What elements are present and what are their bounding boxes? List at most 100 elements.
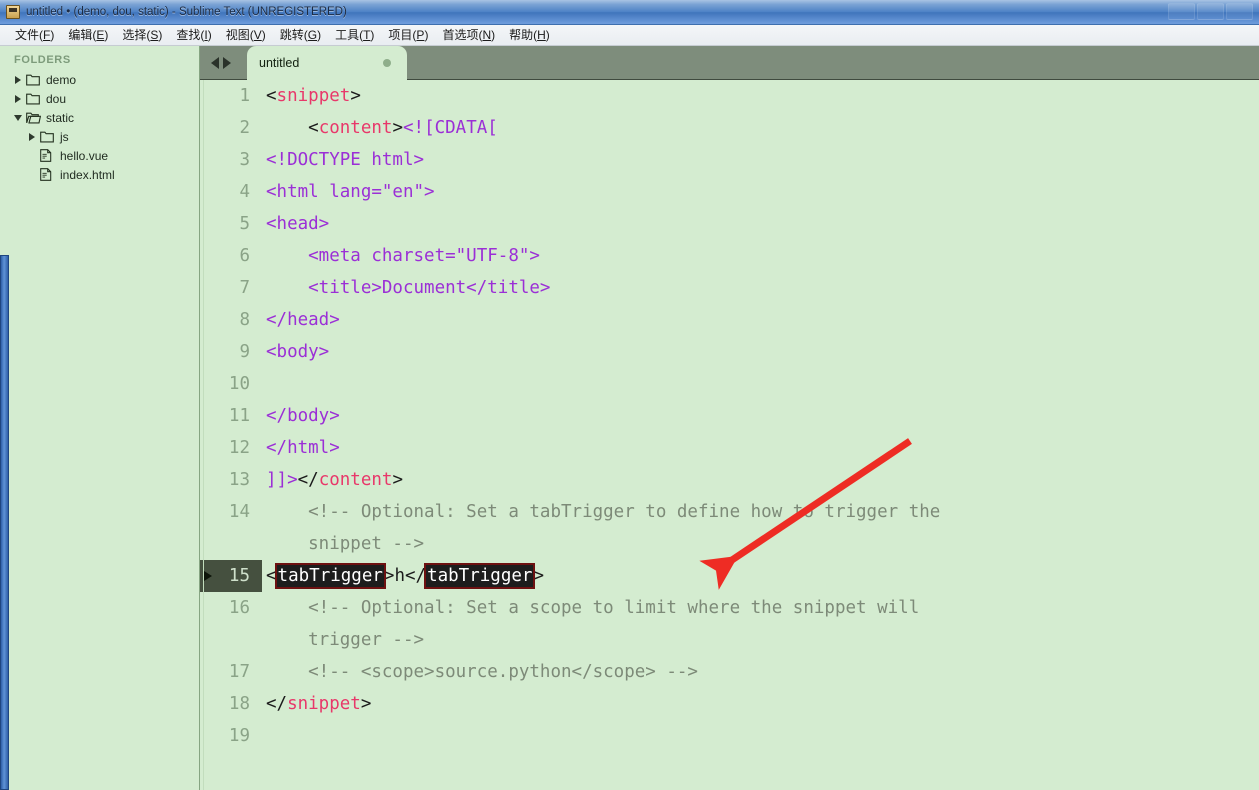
code-editor[interactable]: 1 <snippet> 2 <content><![CDATA[3 <!DOCTYPE… (200, 80, 1259, 790)
window-controls[interactable] (1168, 3, 1253, 20)
code-token: </html> (266, 438, 340, 458)
tab-untitled[interactable]: untitled (247, 46, 407, 80)
menu-mnemonic: N (482, 28, 492, 42)
code-line-text[interactable]: ]]></content> (262, 464, 1259, 496)
menu-item-7[interactable]: 工具(T) (328, 26, 381, 44)
code-line-12[interactable]: 12 </html> (200, 432, 1259, 464)
code-content[interactable]: 1 <snippet> 2 <content><![CDATA[3 <!DOCTYPE… (200, 80, 1259, 752)
maximize-button[interactable] (1197, 3, 1224, 20)
menu-item-3[interactable]: 选择(S) (115, 26, 169, 44)
highlighted-token: tabTrigger (274, 563, 386, 589)
code-line-7[interactable]: 7 <title>Document</title> (200, 272, 1259, 304)
line-number-text: 10 (228, 374, 250, 394)
code-line-text[interactable]: <tabTrigger>h</tabTrigger> (262, 560, 1259, 592)
tree-file-index.html[interactable]: index.html (10, 165, 200, 184)
menu-item-6[interactable]: 跳转(G) (273, 26, 328, 44)
code-line-3[interactable]: 3 <!DOCTYPE html> (200, 144, 1259, 176)
tree-folder-js[interactable]: js (10, 127, 200, 146)
code-line-14[interactable]: 14 <!-- Optional: Set a tabTrigger to de… (200, 496, 1259, 560)
code-line-text[interactable]: <title>Document</title> (262, 272, 1259, 304)
chevron-right-icon[interactable] (24, 132, 40, 141)
close-button[interactable] (1226, 3, 1253, 20)
menu-mnemonic: F (43, 28, 51, 42)
minimize-button[interactable] (1168, 3, 1195, 20)
window-title: untitled • (demo, dou, static) - Sublime… (26, 6, 347, 18)
tab-modified-dot-icon[interactable] (383, 59, 391, 67)
line-number-text: 12 (228, 438, 250, 458)
code-line-16[interactable]: 16 <!-- Optional: Set a scope to limit w… (200, 592, 1259, 656)
tree-item-label: hello.vue (60, 148, 109, 163)
tree-file-hello.vue[interactable]: hello.vue (10, 146, 200, 165)
code-line-text[interactable]: </html> (262, 432, 1259, 464)
code-line-text[interactable]: <body> (262, 336, 1259, 368)
code-token: > (533, 566, 544, 586)
code-line-text[interactable]: </head> (262, 304, 1259, 336)
code-line-text[interactable]: </snippet> (262, 688, 1259, 720)
chevron-right-icon[interactable] (223, 57, 231, 69)
menu-item-8[interactable]: 项目(P) (381, 26, 435, 44)
code-line-text[interactable]: <html lang="en"> (262, 176, 1259, 208)
line-number-text: 5 (239, 214, 250, 234)
code-line-text[interactable]: <head> (262, 208, 1259, 240)
chevron-right-icon[interactable] (10, 75, 26, 84)
code-line-5[interactable]: 5 <head> (200, 208, 1259, 240)
code-line-19[interactable]: 19 (200, 720, 1259, 752)
code-line-6[interactable]: 6 <meta charset="UTF-8"> (200, 240, 1259, 272)
code-line-2[interactable]: 2 <content><![CDATA[ (200, 112, 1259, 144)
tree-folder-demo[interactable]: demo (10, 70, 200, 89)
menu-item-5[interactable]: 视图(V) (219, 26, 273, 44)
chevron-down-icon[interactable] (10, 114, 26, 121)
menu-item-10[interactable]: 帮助(H) (502, 26, 557, 44)
line-number-text: 19 (228, 726, 250, 746)
line-number-text: 15 (228, 566, 250, 586)
editor-left-rule (203, 80, 204, 790)
code-line-4[interactable]: 4 <html lang="en"> (200, 176, 1259, 208)
line-number-16: 16 (200, 592, 262, 624)
code-line-15[interactable]: 15 <tabTrigger>h</tabTrigger> (200, 560, 1259, 592)
code-line-text[interactable]: <!-- <scope>source.python</scope> --> (262, 656, 1259, 688)
line-number-6: 6 (200, 240, 262, 272)
line-number-9: 9 (200, 336, 262, 368)
code-token: snippet (287, 694, 361, 714)
code-line-text[interactable]: </body> (262, 400, 1259, 432)
menu-item-2[interactable]: 编辑(E) (61, 26, 115, 44)
tab-nav-controls[interactable] (205, 46, 237, 80)
code-line-text[interactable]: <!-- Optional: Set a tabTrigger to defin… (262, 496, 1259, 560)
folder-icon (26, 93, 43, 105)
code-token: > (383, 566, 395, 586)
menu-mnemonic: E (96, 28, 105, 42)
code-line-17[interactable]: 17 <!-- <scope>source.python</scope> --> (200, 656, 1259, 688)
code-token: h (394, 566, 405, 586)
menu-item-9[interactable]: 首选项(N) (435, 26, 502, 44)
tree-folder-dou[interactable]: dou (10, 89, 200, 108)
code-line-text[interactable]: <meta charset="UTF-8"> (262, 240, 1259, 272)
code-line-13[interactable]: 13]]></content> (200, 464, 1259, 496)
fold-marker-icon[interactable] (204, 571, 212, 581)
code-token: <!-- Optional: Set a scope to limit wher… (266, 598, 920, 618)
folder-icon (26, 74, 43, 86)
tab-label: untitled (259, 56, 300, 70)
code-line-text[interactable]: <snippet> (262, 80, 1259, 112)
highlighted-token: tabTrigger (424, 563, 536, 589)
code-line-10[interactable]: 10 (200, 368, 1259, 400)
menu-item-1[interactable]: 文件(F) (8, 26, 61, 44)
file-icon (40, 168, 57, 181)
line-number-text: 7 (239, 278, 250, 298)
line-number-text: 8 (239, 310, 250, 330)
code-line-1[interactable]: 1 <snippet> (200, 80, 1259, 112)
vertical-scrollbar[interactable] (0, 255, 9, 790)
code-line-text[interactable]: <!DOCTYPE html> (262, 144, 1259, 176)
code-token: > (360, 694, 372, 714)
code-line-8[interactable]: 8 </head> (200, 304, 1259, 336)
code-line-text[interactable]: <content><![CDATA[ (262, 112, 1259, 144)
chevron-left-icon[interactable] (211, 57, 219, 69)
code-token: </body> (266, 406, 340, 426)
menu-item-4[interactable]: 查找(I) (169, 26, 218, 44)
code-line-11[interactable]: 11 </body> (200, 400, 1259, 432)
code-line-18[interactable]: 18 </snippet> (200, 688, 1259, 720)
code-token: < (266, 118, 319, 138)
code-line-9[interactable]: 9 <body> (200, 336, 1259, 368)
chevron-right-icon[interactable] (10, 94, 26, 103)
code-line-text[interactable]: <!-- Optional: Set a scope to limit wher… (262, 592, 1259, 656)
tree-folder-static[interactable]: static (10, 108, 200, 127)
